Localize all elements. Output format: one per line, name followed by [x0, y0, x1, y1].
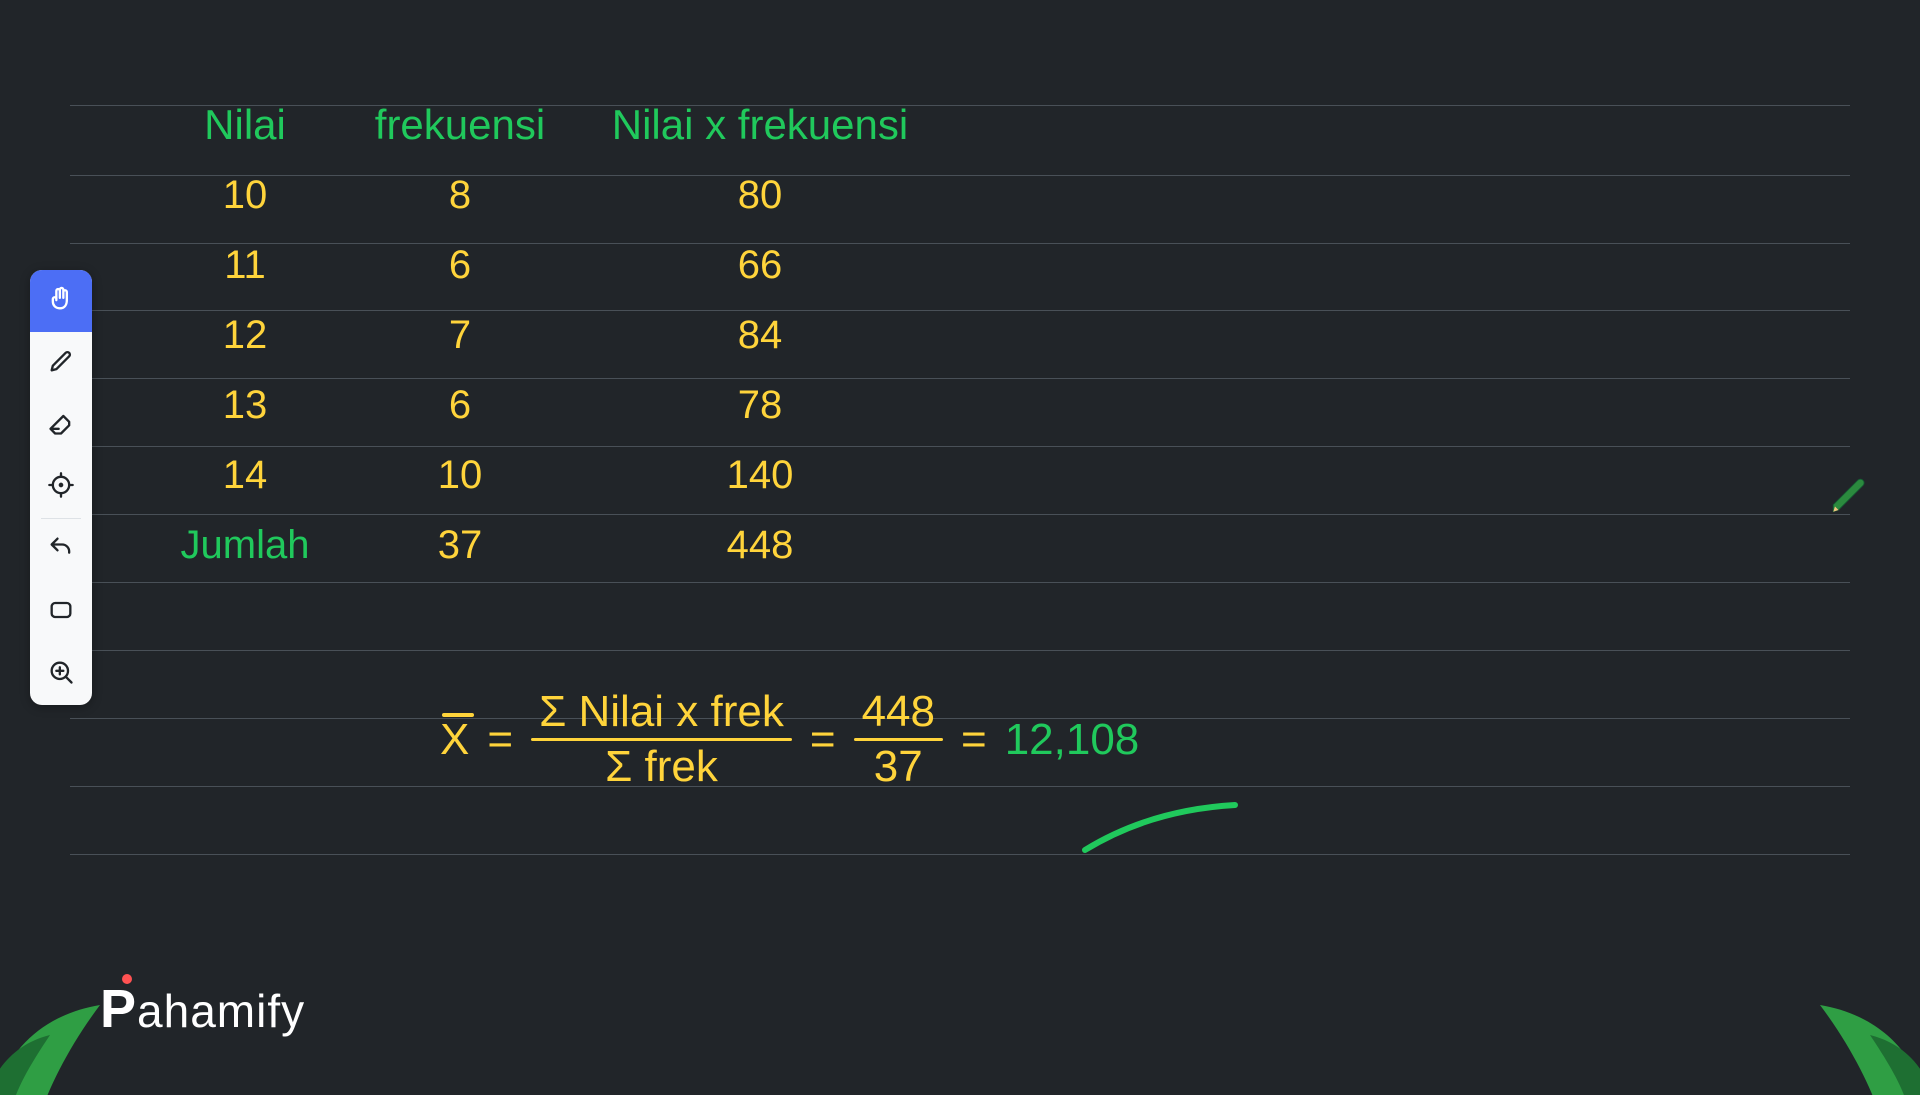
fraction-sigma: Σ Nilai x frek Σ frek	[531, 690, 792, 789]
pencil-cursor-icon	[1828, 475, 1870, 517]
equals-2: =	[810, 715, 836, 765]
cell-nilai: 13	[140, 383, 350, 428]
x-bar-symbol: X	[440, 715, 469, 765]
header-nilai: Nilai	[140, 101, 350, 149]
header-frekuensi: frekuensi	[350, 101, 570, 149]
pointer-tool[interactable]	[30, 270, 92, 332]
leaf-decoration-bottom-left	[0, 975, 120, 1095]
cell-frekuensi: 10	[350, 453, 570, 498]
table-row: 12 7 84	[140, 300, 1040, 370]
target-icon	[47, 471, 75, 504]
fraction-numeric: 448 37	[854, 690, 943, 789]
cell-nxf: 80	[570, 173, 950, 218]
table-header: Nilai frekuensi Nilai x frekuensi	[140, 90, 1040, 160]
table-row: 13 6 78	[140, 370, 1040, 440]
undo-tool[interactable]	[30, 519, 92, 581]
table-row: 10 8 80	[140, 160, 1040, 230]
brand-logo: Pahamify	[100, 978, 305, 1040]
cell-nxf: 66	[570, 243, 950, 288]
denominator-num: 37	[866, 741, 931, 789]
mean-formula: X = Σ Nilai x frek Σ frek = 448 37 = 12,…	[440, 690, 1139, 789]
table-row: 14 10 140	[140, 440, 1040, 510]
numerator-sigma: Σ Nilai x frek	[531, 690, 792, 738]
cell-nxf: 78	[570, 383, 950, 428]
undo-icon	[47, 534, 75, 567]
cell-frekuensi: 7	[350, 313, 570, 358]
numerator-num: 448	[854, 690, 943, 738]
zoom-in-icon	[47, 658, 75, 691]
cell-nilai: 12	[140, 313, 350, 358]
cell-nxf: 140	[570, 453, 950, 498]
eraser-tool[interactable]	[30, 394, 92, 456]
result-value: 12,108	[1005, 715, 1140, 765]
frequency-table: Nilai frekuensi Nilai x frekuensi 10 8 8…	[140, 90, 1040, 580]
table-total-row: Jumlah 37 448	[140, 510, 1040, 580]
zoom-tool[interactable]	[30, 643, 92, 705]
denominator-sigma: Σ frek	[597, 741, 726, 789]
tool-toolbar	[30, 270, 92, 705]
table-row: 11 6 66	[140, 230, 1040, 300]
cell-frekuensi: 6	[350, 383, 570, 428]
cell-frekuensi: 6	[350, 243, 570, 288]
cell-nilai: 11	[140, 243, 350, 288]
brand-rest: ahamify	[137, 985, 305, 1037]
header-nilai-x-frekuensi: Nilai x frekuensi	[570, 101, 950, 149]
cell-frekuensi: 8	[350, 173, 570, 218]
leaf-decoration-bottom-right	[1800, 975, 1920, 1095]
equals-1: =	[487, 715, 513, 765]
target-tool[interactable]	[30, 456, 92, 518]
pen-tool[interactable]	[30, 332, 92, 394]
cell-jumlah-nxf: 448	[570, 523, 950, 568]
equals-3: =	[961, 715, 987, 765]
pen-icon	[47, 347, 75, 380]
cell-jumlah-label: Jumlah	[140, 523, 350, 568]
cell-jumlah-frekuensi: 37	[350, 523, 570, 568]
cell-nilai: 14	[140, 453, 350, 498]
rectangle-icon	[47, 596, 75, 629]
cell-nilai: 10	[140, 173, 350, 218]
shape-tool[interactable]	[30, 581, 92, 643]
hand-pointer-icon	[47, 285, 75, 318]
cell-nxf: 84	[570, 313, 950, 358]
eraser-icon	[47, 409, 75, 442]
whiteboard-content: Nilai frekuensi Nilai x frekuensi 10 8 8…	[140, 90, 1840, 580]
checkmark-stroke	[1080, 800, 1240, 860]
